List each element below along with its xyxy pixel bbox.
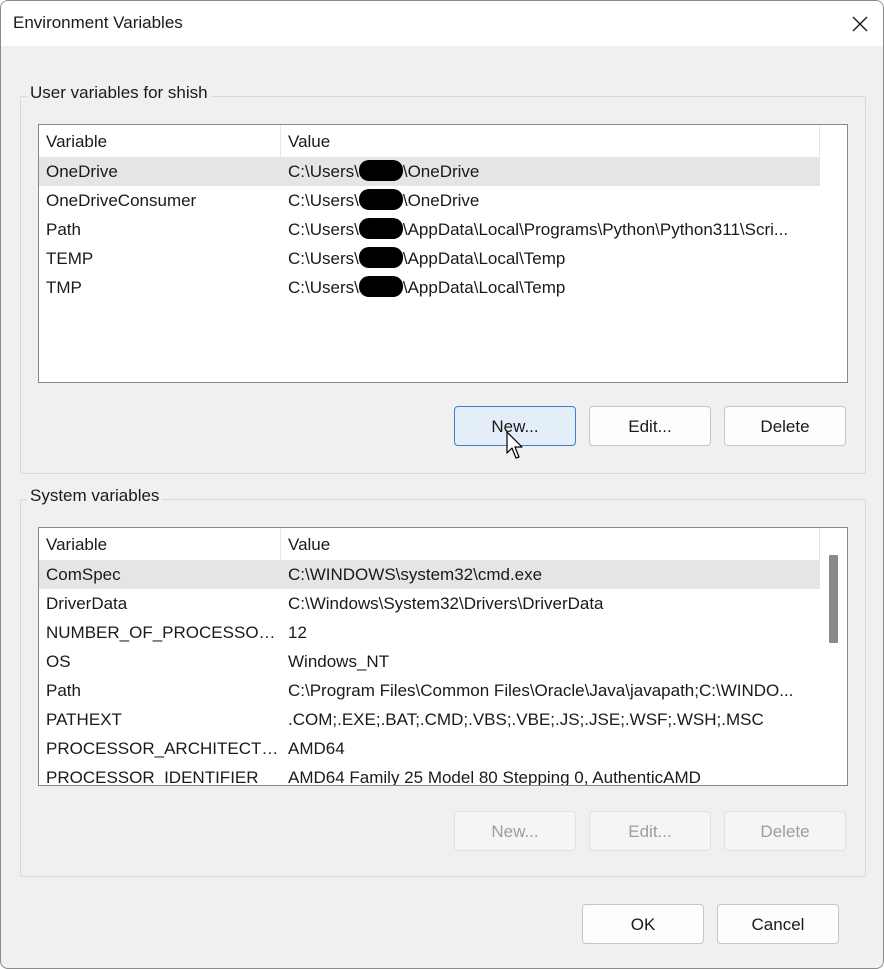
variable-cell: ComSpec (46, 565, 121, 584)
system-delete-button[interactable]: Delete (724, 811, 846, 851)
variable-cell: OneDrive (46, 162, 118, 181)
system-variables-list[interactable]: Variable Value ComSpec C:\WINDOWS\system3… (38, 527, 848, 786)
value-suffix: \AppData\Local\Programs\Python\Python311… (402, 220, 789, 239)
system-new-label: New... (491, 822, 539, 841)
table-row[interactable]: OneDrive C:\Users\ \OneDrive (39, 157, 820, 186)
value-cell: C:\Users\ \AppData\Local\Temp (281, 273, 820, 302)
value-suffix: \OneDrive (402, 162, 480, 181)
value-cell: C:\Users\ \AppData\Local\Programs\Python\… (281, 215, 820, 244)
value-prefix: C:\Users\ (288, 249, 359, 268)
close-icon (852, 16, 868, 31)
column-header-value[interactable]: Value (281, 125, 820, 157)
ok-button[interactable]: OK (582, 904, 704, 944)
value-cell: C:\Windows\System32\Drivers\DriverData (288, 594, 604, 613)
value-prefix: C:\Users\ (288, 220, 359, 239)
column-header-value[interactable]: Value (281, 528, 820, 560)
value-cell: 12 (288, 623, 307, 642)
table-row[interactable]: OneDriveConsumer C:\Users\ \OneDrive (39, 186, 820, 215)
system-variables-label: System variables (27, 486, 163, 506)
value-cell: AMD64 Family 25 Model 80 Stepping 0, Aut… (288, 768, 701, 786)
system-new-button[interactable]: New... (454, 811, 576, 851)
table-row[interactable]: Path C:\Users\ \AppData\Local\Programs\Pyt… (39, 215, 820, 244)
redaction-mark (358, 247, 403, 268)
value-cell: C:\Users\ \OneDrive (281, 186, 820, 215)
value-cell: AMD64 (288, 739, 345, 758)
table-row[interactable]: DriverData C:\Windows\System32\Drivers\Dr… (39, 589, 820, 618)
system-list-scrollbar[interactable] (820, 528, 847, 785)
value-prefix: C:\Users\ (288, 162, 359, 181)
value-cell: Windows_NT (288, 652, 390, 671)
table-row[interactable]: TMP C:\Users\ \AppData\Local\Temp (39, 273, 820, 302)
variable-cell: TMP (46, 278, 82, 297)
system-list-header: Variable Value (39, 528, 820, 560)
column-header-variable[interactable]: Variable (39, 528, 281, 560)
user-list-header: Variable Value (39, 125, 820, 157)
system-delete-label: Delete (760, 822, 810, 841)
user-delete-button[interactable]: Delete (724, 406, 846, 446)
close-button[interactable] (837, 1, 883, 46)
table-row[interactable]: TEMP C:\Users\ \AppData\Local\Temp (39, 244, 820, 273)
variable-cell: OS (46, 652, 71, 671)
variable-cell: Path (46, 220, 81, 239)
ok-label: OK (630, 915, 656, 934)
user-delete-label: Delete (760, 417, 810, 436)
variable-cell: PROCESSOR_IDENTIFIER (46, 768, 259, 786)
system-edit-label: Edit... (628, 822, 672, 841)
value-cell: .COM;.EXE;.BAT;.CMD;.VBS;.VBE;.JS;.JSE;.… (288, 710, 764, 729)
value-suffix: \AppData\Local\Temp (402, 249, 566, 268)
variable-cell: DriverData (46, 594, 128, 613)
user-edit-button[interactable]: Edit... (589, 406, 711, 446)
cancel-button[interactable]: Cancel (717, 904, 839, 944)
mouse-pointer-icon (506, 431, 523, 459)
variable-cell: PATHEXT (46, 710, 122, 729)
value-cell: C:\WINDOWS\system32\cmd.exe (288, 565, 543, 584)
variable-cell: OneDriveConsumer (46, 191, 197, 210)
user-variables-list[interactable]: Variable Value OneDrive C:\Users\ \OneDriv… (38, 124, 848, 383)
variable-cell: Path (46, 681, 81, 700)
variable-cell: NUMBER_OF_PROCESSORS (46, 623, 281, 642)
column-header-variable[interactable]: Variable (39, 125, 281, 157)
environment-variables-dialog: Environment Variables User variables for… (0, 0, 884, 969)
redaction-mark (358, 276, 403, 297)
table-row[interactable]: PATHEXT .COM;.EXE;.BAT;.CMD;.VBS;.VBE;.JS… (39, 705, 820, 734)
system-edit-button[interactable]: Edit... (589, 811, 711, 851)
user-edit-label: Edit... (628, 417, 672, 436)
cancel-label: Cancel (751, 915, 805, 934)
user-variables-label: User variables for shish (27, 83, 211, 103)
table-row[interactable]: PROCESSOR_IDENTIFIER AMD64 Family 25 Mode… (39, 763, 820, 786)
value-suffix: \AppData\Local\Temp (402, 278, 566, 297)
value-cell: C:\Users\ \OneDrive (281, 157, 820, 186)
redaction-mark (358, 160, 403, 181)
title-bar: Environment Variables (1, 1, 883, 46)
value-prefix: C:\Users\ (288, 278, 359, 297)
value-cell: C:\Users\ \AppData\Local\Temp (281, 244, 820, 273)
table-row[interactable]: ComSpec C:\WINDOWS\system32\cmd.exe (39, 560, 820, 589)
scrollbar-thumb[interactable] (829, 555, 838, 643)
table-row[interactable]: OS Windows_NT (39, 647, 820, 676)
table-row[interactable]: Path C:\Program Files\Common Files\Oracle… (39, 676, 820, 705)
value-prefix: C:\Users\ (288, 191, 359, 210)
window-title: Environment Variables (13, 13, 183, 32)
value-suffix: \OneDrive (402, 191, 480, 210)
value-cell: C:\Program Files\Common Files\Oracle\Jav… (288, 681, 794, 700)
variable-cell: PROCESSOR_ARCHITECTURE (46, 739, 281, 758)
redaction-mark (358, 218, 403, 239)
redaction-mark (358, 189, 403, 210)
table-row[interactable]: NUMBER_OF_PROCESSORS 12 (39, 618, 820, 647)
table-row[interactable]: PROCESSOR_ARCHITECTURE AMD64 (39, 734, 820, 763)
variable-cell: TEMP (46, 249, 94, 268)
